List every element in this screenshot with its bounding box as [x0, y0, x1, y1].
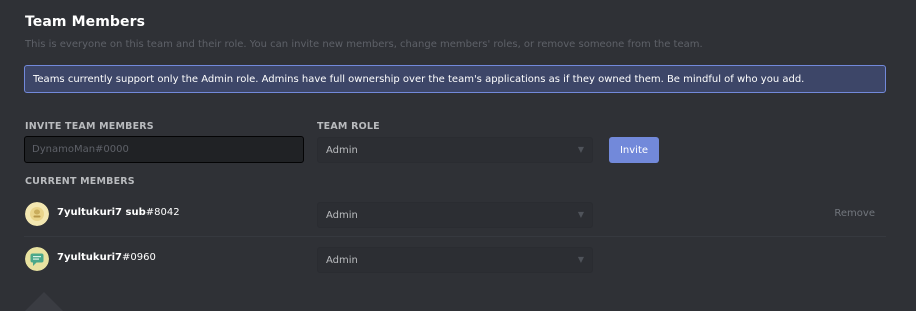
- avatar-icon: [25, 202, 49, 226]
- chevron-down-icon: ▼: [577, 255, 584, 264]
- member-discriminator: #0960: [122, 252, 156, 263]
- member-role-value: Admin: [326, 254, 358, 266]
- invite-section-label: INVITE TEAM MEMBERS: [25, 121, 154, 132]
- chevron-down-icon: ▼: [577, 210, 584, 219]
- invite-role-value: Admin: [326, 144, 358, 156]
- invite-role-select[interactable]: Admin ▼: [317, 137, 593, 163]
- tooltip-pointer: [24, 292, 64, 311]
- member-role-value: Admin: [326, 209, 358, 221]
- current-members-label: CURRENT MEMBERS: [25, 176, 135, 187]
- admin-role-notice: Teams currently support only the Admin r…: [24, 65, 886, 93]
- page-description: This is everyone on this team and their …: [25, 39, 703, 50]
- team-role-label: TEAM ROLE: [317, 121, 380, 132]
- member-row: 7yultukuri7 sub#8042 Admin ▼ Remove: [24, 192, 886, 237]
- chevron-down-icon: ▼: [577, 145, 584, 154]
- page-title: Team Members: [25, 14, 146, 30]
- member-role-select[interactable]: Admin ▼: [317, 247, 593, 273]
- notice-text: Teams currently support only the Admin r…: [33, 73, 805, 85]
- invite-button[interactable]: Invite: [609, 137, 659, 163]
- member-username: 7yultukuri7 sub: [57, 207, 146, 218]
- remove-member-button[interactable]: Remove: [834, 208, 875, 219]
- member-username: 7yultukuri7: [57, 252, 123, 263]
- member-row: 7yultukuri7#0960 Admin ▼: [24, 237, 886, 282]
- member-name: 7yultukuri7#0960: [57, 252, 156, 263]
- member-discriminator: #8042: [145, 207, 180, 218]
- team-members-panel: Team Members This is everyone on this te…: [0, 0, 916, 311]
- member-name: 7yultukuri7 sub#8042: [57, 207, 180, 218]
- member-role-select[interactable]: Admin ▼: [317, 202, 593, 228]
- avatar-icon: [25, 247, 49, 271]
- invite-username-input[interactable]: [24, 136, 304, 163]
